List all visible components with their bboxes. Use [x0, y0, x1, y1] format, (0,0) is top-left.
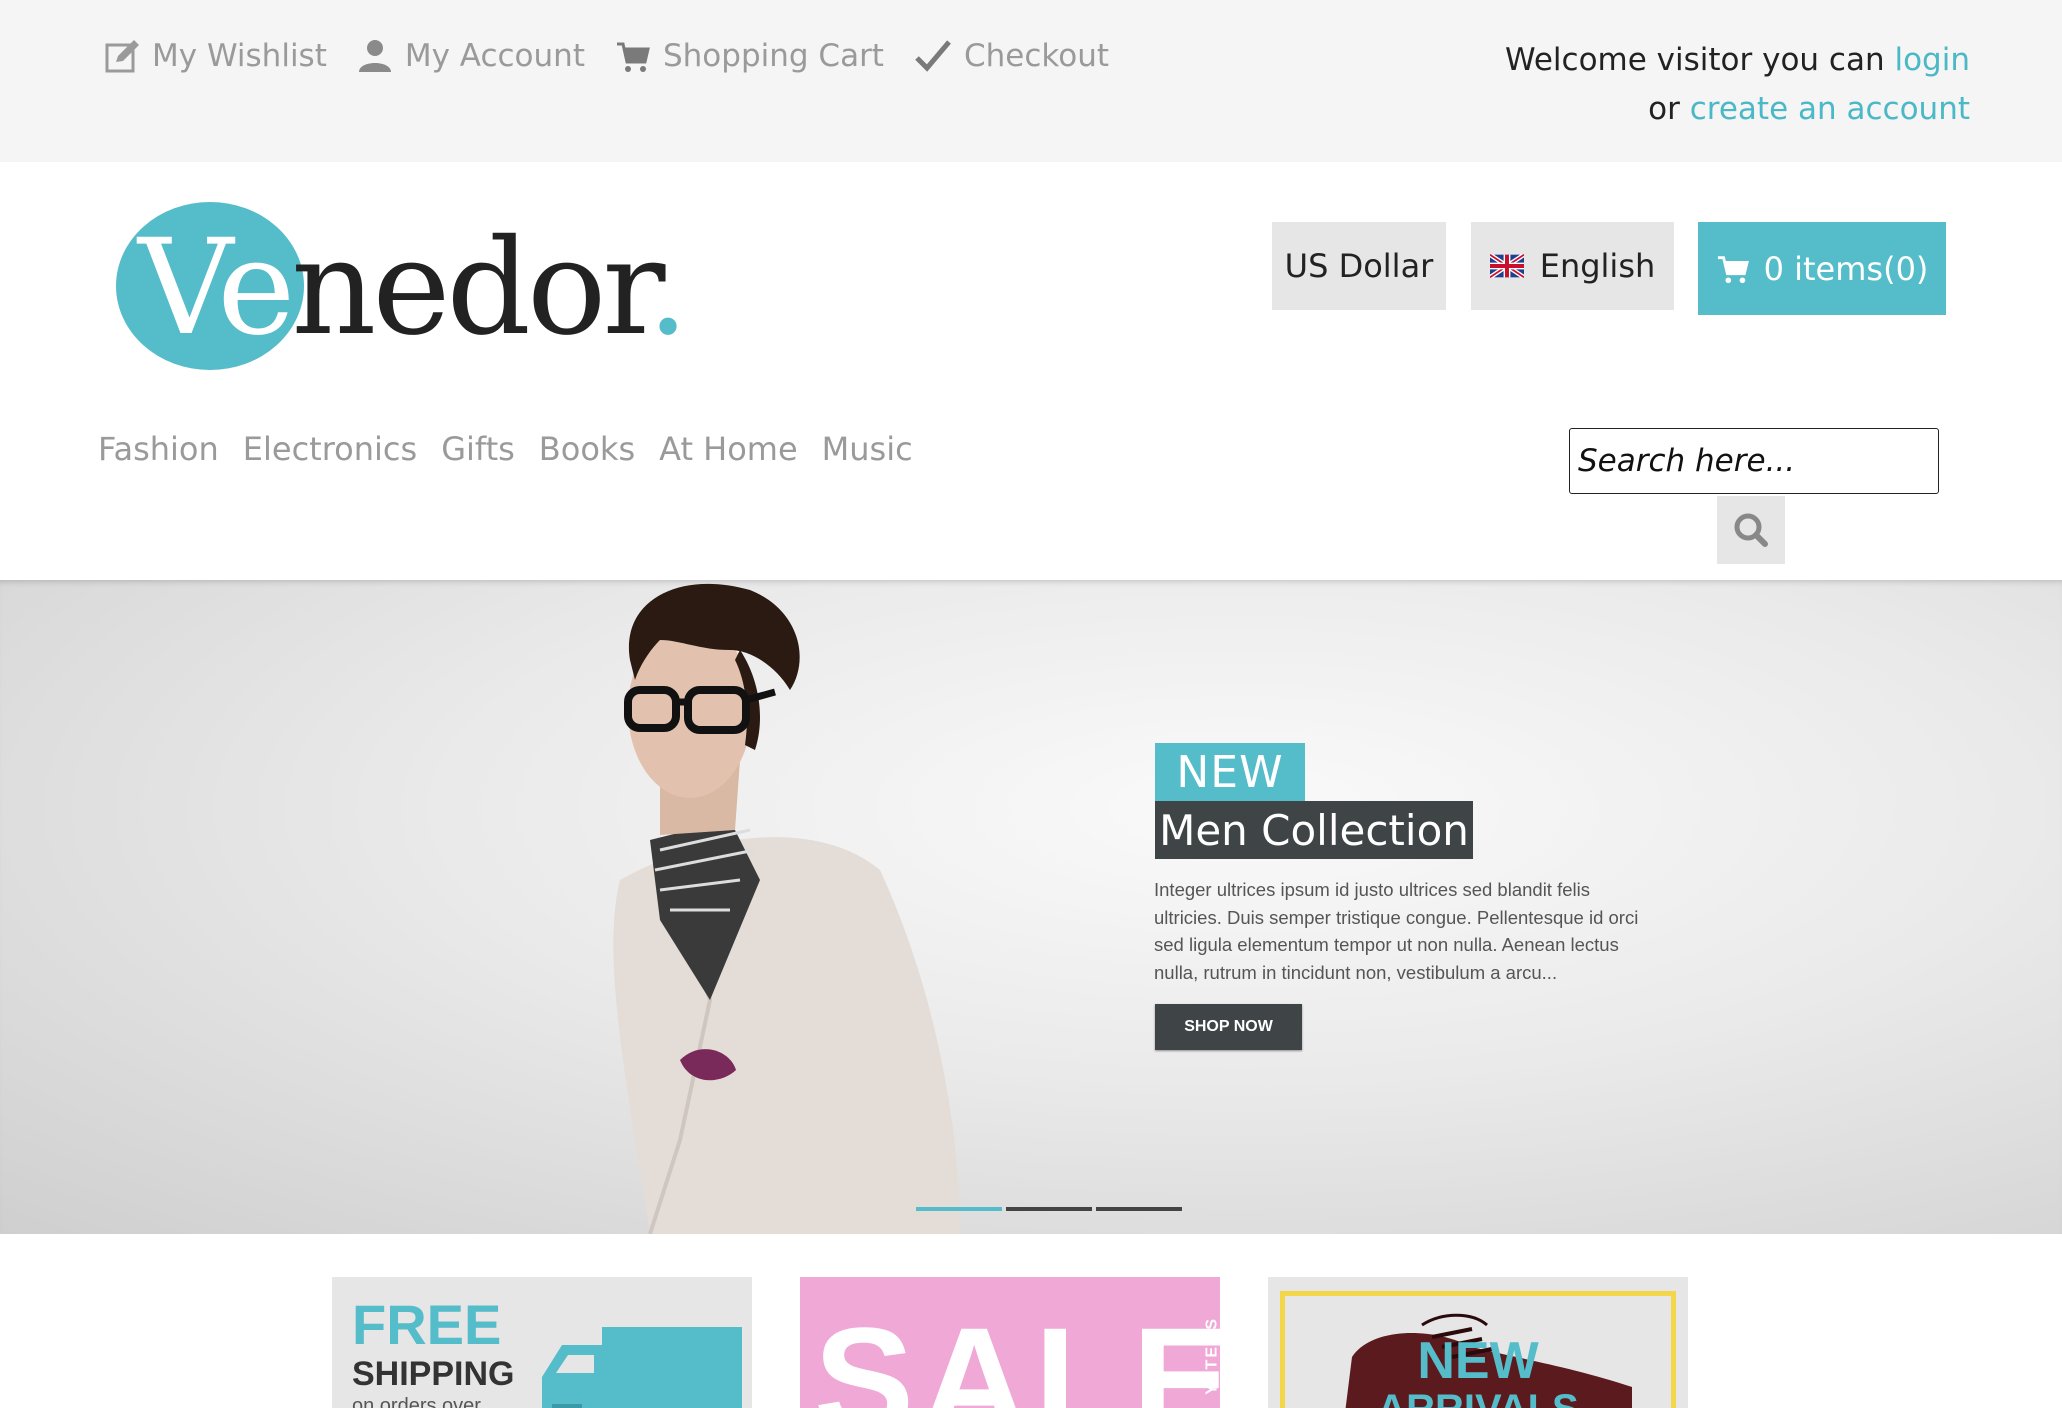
- slider-dot-3[interactable]: [1096, 1207, 1182, 1211]
- top-bar: My Wishlist My Account Shopping Cart Che…: [0, 0, 2062, 162]
- nav-item-fashion[interactable]: Fashion: [98, 430, 219, 468]
- shipping-subtitle: SHIPPING: [352, 1355, 515, 1393]
- welcome-text: Welcome visitor you can: [1505, 42, 1885, 78]
- checkout-label: Checkout: [963, 38, 1109, 74]
- hero-slider[interactable]: NEW Men Collection Integer ultrices ipsu…: [0, 580, 2062, 1234]
- search-icon: [1734, 513, 1768, 547]
- sale-side-text: Y ITEMS: [1204, 1317, 1220, 1395]
- new-arrivals-title: NEW: [1417, 1332, 1539, 1390]
- shopping-cart-link[interactable]: Shopping Cart: [615, 38, 884, 74]
- promo-free-shipping[interactable]: FREE SHIPPING on orders over: [332, 1277, 752, 1408]
- shop-now-button[interactable]: SHOP NOW: [1155, 1004, 1302, 1050]
- search-button[interactable]: [1717, 496, 1785, 564]
- search-input[interactable]: [1569, 428, 1939, 494]
- promo-new-arrivals[interactable]: NEW ARRIVALS: [1268, 1277, 1688, 1408]
- hero-title: Men Collection: [1155, 801, 1473, 859]
- hero-description: Integer ultrices ipsum id justo ultrices…: [1154, 879, 1639, 983]
- cart-button[interactable]: 0 items(0): [1698, 222, 1946, 315]
- shipping-note: on orders over: [352, 1395, 481, 1408]
- hero-badge-new: NEW: [1155, 743, 1305, 801]
- create-account-link[interactable]: create an account: [1690, 91, 1970, 127]
- slider-dot-1[interactable]: [916, 1207, 1002, 1211]
- language-selector[interactable]: English: [1471, 222, 1674, 310]
- shopping-cart-label: Shopping Cart: [662, 38, 884, 74]
- wishlist-label: My Wishlist: [152, 38, 327, 74]
- nav-item-books[interactable]: Books: [539, 430, 635, 468]
- hero-model-image: [613, 583, 960, 1234]
- checkmark-icon: [915, 40, 951, 72]
- nav-item-electronics[interactable]: Electronics: [243, 430, 417, 468]
- checkout-link[interactable]: Checkout: [914, 38, 1109, 74]
- new-arrivals-subtitle: ARRIVALS: [1268, 1387, 1688, 1408]
- account-link[interactable]: My Account: [357, 38, 585, 74]
- main-nav: Fashion Electronics Gifts Books At Home …: [98, 430, 913, 468]
- logo-wordmark: Venedor.: [138, 211, 689, 365]
- nav-item-music[interactable]: Music: [822, 430, 913, 468]
- or-text: or: [1648, 91, 1680, 127]
- account-label: My Account: [404, 38, 585, 74]
- user-icon: [358, 40, 391, 72]
- language-label: English: [1539, 247, 1656, 285]
- free-title: FREE: [352, 1293, 502, 1356]
- nav-item-gifts[interactable]: Gifts: [441, 430, 515, 468]
- nav-item-at-home[interactable]: At Home: [659, 430, 798, 468]
- sale-title: SALE: [814, 1296, 1220, 1408]
- slider-pagination: [916, 1207, 1182, 1211]
- currency-selector[interactable]: US Dollar: [1272, 222, 1446, 310]
- cart-icon: [1717, 255, 1749, 283]
- top-links: My Wishlist My Account Shopping Cart Che…: [104, 38, 1139, 74]
- cart-label: 0 items(0): [1763, 249, 1929, 288]
- cart-icon: [616, 42, 650, 72]
- wishlist-link[interactable]: My Wishlist: [104, 38, 327, 74]
- delivery-truck-icon: [542, 1327, 742, 1408]
- login-link[interactable]: login: [1894, 42, 1970, 78]
- welcome-message: Welcome visitor you can login or create …: [1505, 36, 1970, 134]
- edit-icon: [105, 40, 139, 73]
- currency-label: US Dollar: [1284, 247, 1434, 285]
- uk-flag-icon: [1489, 254, 1524, 278]
- site-logo[interactable]: Venedor.: [112, 200, 689, 375]
- slider-dot-2[interactable]: [1006, 1207, 1092, 1211]
- promo-sale[interactable]: SALE Y ITEMS: [800, 1277, 1220, 1408]
